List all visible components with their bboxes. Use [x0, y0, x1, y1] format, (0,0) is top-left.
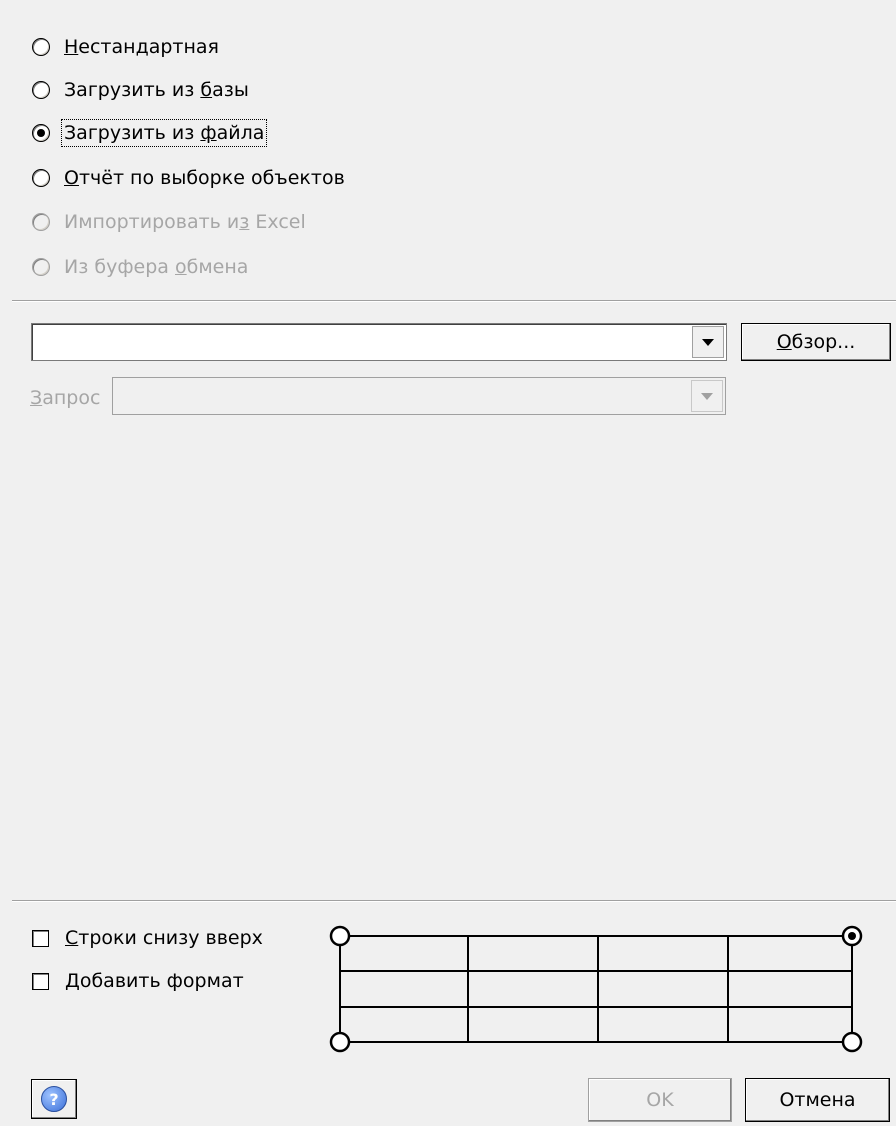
file-path-dropdown-button[interactable] [692, 326, 724, 358]
checkbox-box[interactable] [32, 929, 49, 947]
corner-top-left-radio[interactable] [329, 925, 351, 947]
radio-circle[interactable] [32, 124, 50, 142]
radio-circle[interactable] [32, 81, 50, 99]
radio-label: Загрузить из базы [64, 79, 249, 101]
query-combo[interactable] [112, 377, 726, 415]
radio-selection-report[interactable]: Отчёт по выборке объектов [32, 163, 345, 193]
checkbox-add-format[interactable]: Добавить формат [32, 967, 244, 995]
chevron-down-icon [702, 338, 714, 346]
separator-top [12, 300, 896, 302]
checkbox-label: Добавить формат [65, 970, 244, 992]
table-origin-diagram [329, 925, 863, 1053]
radio-circle[interactable] [32, 38, 50, 56]
radio-circle[interactable] [32, 169, 50, 187]
radio-label: Загрузить из файла [60, 119, 268, 147]
browse-button[interactable]: Обзор... [741, 323, 891, 361]
chevron-down-icon [701, 392, 713, 400]
checkbox-label: Строки снизу вверх [65, 927, 263, 949]
corner-top-right-dot [848, 932, 856, 940]
query-label: Запрос [30, 387, 101, 409]
help-icon: ? [41, 1086, 67, 1112]
separator-bottom [12, 900, 896, 902]
cancel-button[interactable]: Отмена [745, 1078, 890, 1122]
checkbox-rows-bottom-up[interactable]: Строки снизу вверх [32, 924, 263, 952]
ok-button[interactable]: OK [588, 1078, 732, 1122]
corner-bottom-right-radio[interactable] [841, 1031, 863, 1053]
checkbox-box[interactable] [32, 972, 49, 990]
radio-circle[interactable] [32, 258, 50, 276]
radio-label: Нестандартная [64, 36, 219, 58]
help-button[interactable]: ? [31, 1079, 77, 1119]
radio-nonstandard[interactable]: Нестандартная [32, 32, 219, 62]
query-dropdown-button[interactable] [691, 380, 723, 412]
radio-label: Из буфера обмена [64, 256, 249, 278]
radio-from-clipboard[interactable]: Из буфера обмена [32, 252, 248, 282]
radio-import-excel[interactable]: Импортировать из Excel [32, 207, 306, 237]
corner-bottom-left-radio[interactable] [329, 1031, 351, 1053]
radio-label: Импортировать из Excel [64, 211, 306, 233]
radio-load-from-db[interactable]: Загрузить из базы [32, 75, 249, 105]
radio-load-from-file[interactable]: Загрузить из файла [32, 118, 268, 148]
file-path-combo[interactable] [31, 323, 727, 361]
radio-circle[interactable] [32, 213, 50, 231]
radio-label: Отчёт по выборке объектов [64, 167, 345, 189]
